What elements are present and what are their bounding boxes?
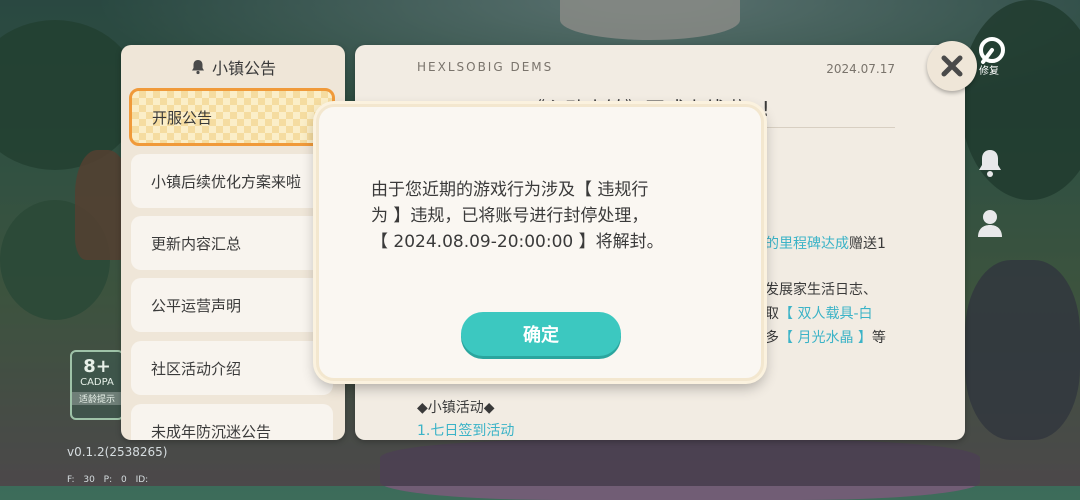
notice-item-label: 更新内容汇总 (151, 234, 242, 253)
notice-list-title-text: 小镇公告 (211, 59, 276, 78)
notice-item-label: 公平运营声明 (151, 296, 242, 315)
article-line-1-tail: 赠送1 (849, 236, 886, 252)
article-line-3: 取【 双人载具-白 (765, 303, 873, 323)
article-section-item[interactable]: 1.七日签到活动 (417, 420, 514, 440)
vehicle-reward: 【 双人载具-白 (779, 306, 873, 322)
crystal-reward: 【 月光水晶 】 (779, 330, 872, 346)
rating-org: CADPA (80, 377, 114, 388)
milestone-link[interactable]: 的里程碑达成 (765, 236, 849, 252)
confirm-button[interactable]: 确定 (461, 312, 621, 356)
age-rating: 8+ (83, 356, 111, 377)
ban-notice-dialog: 由于您近期的游戏行为涉及【 违规行 为 】违规，已将账号进行封停处理， 【 20… (316, 104, 764, 381)
notice-list-panel: 小镇公告 开服公告 小镇后续优化方案来啦 更新内容汇总 公平运营声明 社区活动介… (121, 45, 345, 440)
article-line-1: 的里程碑达成赠送1 (765, 233, 886, 253)
bell-icon (191, 60, 204, 75)
article-line-4-prefix: 多 (765, 330, 779, 346)
bell-icon (979, 150, 1001, 177)
close-icon (941, 55, 963, 77)
notice-item-community-events[interactable]: 社区活动介绍 (131, 341, 333, 395)
notice-item-grand-opening[interactable]: 开服公告 (129, 88, 335, 146)
notification-button[interactable] (973, 146, 1007, 180)
notice-item-fair-play[interactable]: 公平运营声明 (131, 278, 333, 332)
notice-item-label: 未成年防沉迷公告 (151, 422, 272, 441)
close-button[interactable] (927, 41, 977, 91)
user-icon (978, 210, 1002, 237)
version-label: v0.1.2(2538265) (67, 445, 168, 459)
article-line-3-prefix: 取 (765, 306, 779, 322)
ban-message-line-2: 为 】违规，已将账号进行封停处理， (371, 206, 649, 226)
notice-item-label: 开服公告 (152, 108, 213, 127)
notice-list-title: 小镇公告 (121, 45, 345, 89)
age-tip: 适龄提示 (72, 392, 122, 405)
notice-item-label: 社区活动介绍 (151, 359, 242, 378)
notice-item-label: 小镇后续优化方案来啦 (151, 172, 302, 191)
ban-message-line-3: 【 2024.08.09-20:00:00 】将解封。 (371, 232, 664, 252)
age-rating-badge: 8+ CADPA 适龄提示 (70, 350, 124, 420)
repair-label: 修复 (979, 66, 999, 77)
notice-item-update-summary[interactable]: 更新内容汇总 (131, 216, 333, 270)
debug-stats: F: 30 P: 0 ID: (67, 475, 149, 485)
notice-item-optimization-plan[interactable]: 小镇后续优化方案来啦 (131, 154, 333, 208)
article-line-2: 发展家生活日志、 (765, 282, 877, 298)
article-line-4-tail: 等 (871, 330, 886, 346)
repair-button[interactable]: 修复 (975, 36, 1009, 77)
article-section-heading: ◆小镇活动◆ (417, 400, 495, 416)
article-line-4: 多【 月光水晶 】等 (765, 327, 886, 347)
article-date: 2024.07.17 (826, 62, 895, 76)
profile-button[interactable] (973, 206, 1007, 240)
notice-item-anti-addiction[interactable]: 未成年防沉迷公告 (131, 404, 333, 440)
article-header-script: HEXLSOBIG DEMS (417, 60, 554, 74)
ban-message: 由于您近期的游戏行为涉及【 违规行 为 】违规，已将账号进行封停处理， 【 20… (371, 177, 711, 255)
ban-message-line-1: 由于您近期的游戏行为涉及【 违规行 (371, 180, 649, 200)
